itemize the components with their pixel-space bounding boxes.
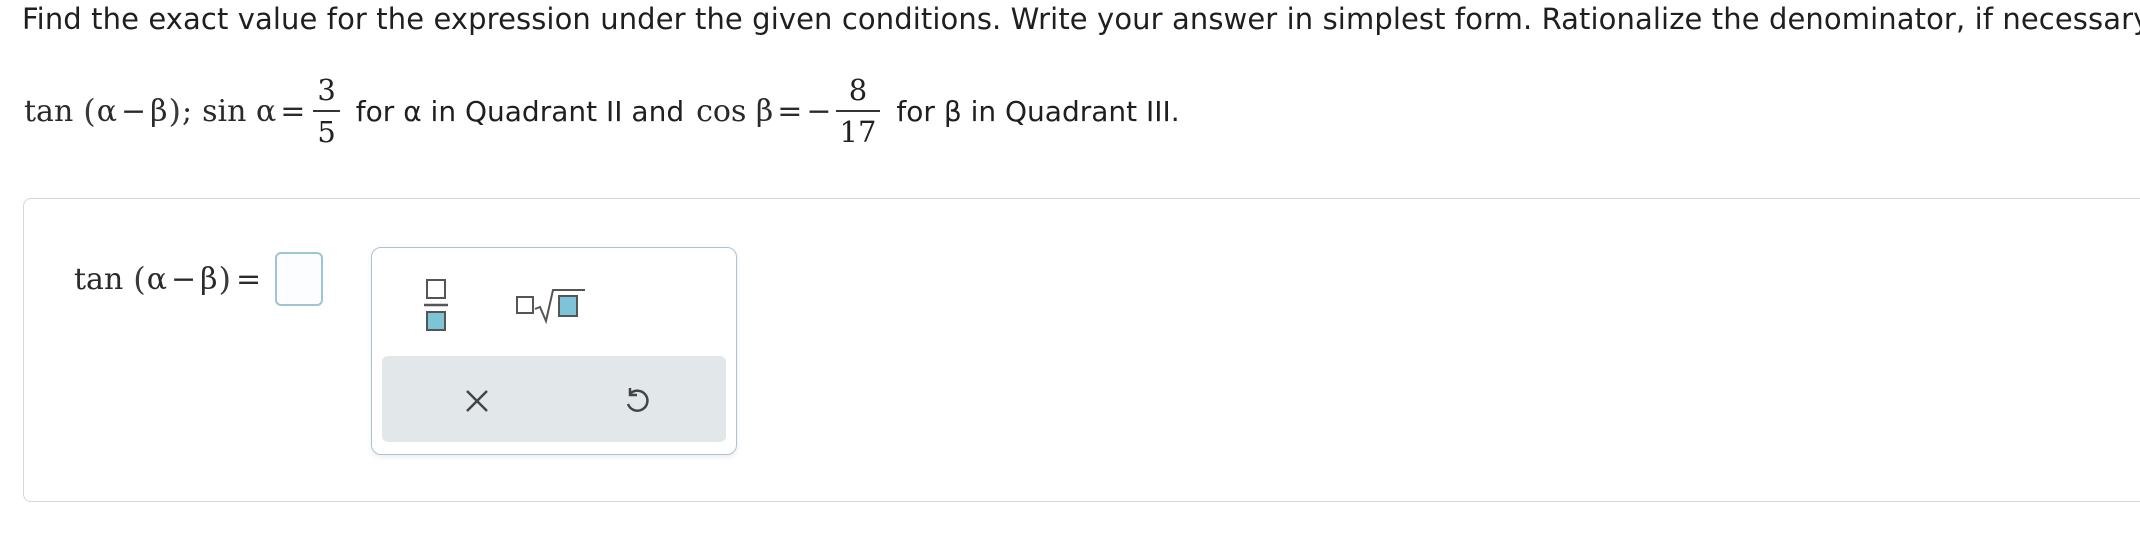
problem-func: tan [24,93,74,129]
answer-minus: − [171,261,197,297]
fraction-bar [313,110,340,112]
math-toolbox [371,247,737,455]
undo-button[interactable] [612,376,662,426]
nth-root-icon [516,289,585,325]
answer-input[interactable] [275,252,324,306]
answer-panel: tan ( α − β ) = [23,198,2140,502]
sin-equals: = [280,93,306,129]
fraction-icon [424,279,448,331]
answer-close-paren: ) [218,260,231,298]
problem-separator: ; [181,93,193,129]
problem-alpha: α [96,93,118,129]
answer-beta: β [200,261,218,297]
answer-func: tan [74,261,124,297]
problem-beta: β [150,93,168,129]
beta-condition: for β in Quadrant III. [896,94,1180,128]
toolbox-action-tray [382,356,726,442]
problem-close-paren: ) [168,92,181,130]
sin-alpha-fraction: 3 5 [313,72,340,150]
sin-alpha-label: sin α [202,93,277,129]
cos-denominator: 17 [839,115,877,149]
cos-beta-label: cos β [696,93,774,129]
undo-icon [626,388,649,412]
sin-numerator: 3 [317,73,336,107]
problem-minus: − [121,93,147,129]
alpha-condition: for α in Quadrant II and [355,94,685,128]
sin-denominator: 5 [317,115,336,149]
answer-alpha: α [146,261,168,297]
clear-button[interactable] [452,376,502,426]
cos-equals: = [777,93,803,129]
instructions-text: Find the exact value for the expression … [22,2,2140,36]
answer-open-paren: ( [133,260,146,298]
problem-open-paren: ( [83,92,96,130]
cos-beta-fraction: 8 17 [835,72,881,150]
problem-statement: tan ( α − β ) ; sin α = 3 5 for α in Qua… [24,66,1192,156]
close-icon [466,390,488,412]
fraction-template-button[interactable] [414,272,458,338]
answer-equals: = [235,261,262,297]
cos-numerator: 8 [848,73,868,107]
cos-sign: − [806,93,832,129]
nth-root-template-button[interactable] [510,272,590,338]
fraction-bar [835,110,881,112]
answer-row: tan ( α − β ) = [74,249,324,309]
